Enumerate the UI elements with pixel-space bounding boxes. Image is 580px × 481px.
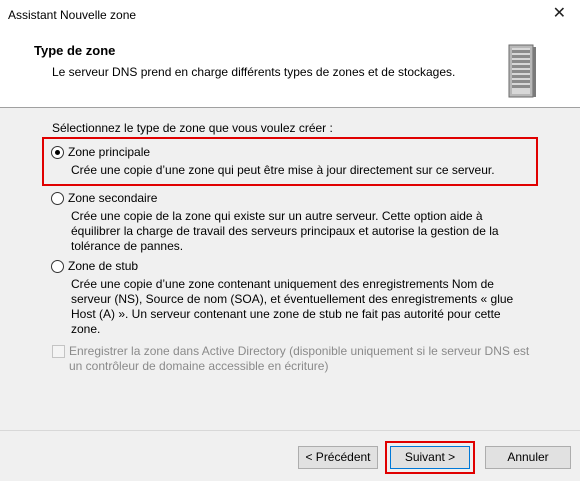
ad-storage-label: Enregistrer la zone dans Active Director… xyxy=(69,344,530,373)
wizard-header: Type de zone Le serveur DNS prend en cha… xyxy=(0,31,580,108)
ad-storage-checkbox xyxy=(52,345,65,358)
cancel-button[interactable]: Annuler xyxy=(485,446,571,469)
previous-button[interactable]: < Précédent xyxy=(298,446,378,469)
radio-stub-zone[interactable] xyxy=(51,260,64,273)
server-icon xyxy=(508,44,536,98)
option-description: Crée une copie d’une zone contenant uniq… xyxy=(71,277,514,336)
radio-secondary-zone[interactable] xyxy=(51,192,64,205)
title-bar: Assistant Nouvelle zone ✕ xyxy=(0,0,580,31)
option-label[interactable]: Zone secondaire xyxy=(68,191,157,205)
primary-zone-highlight xyxy=(42,137,538,186)
close-icon[interactable]: ✕ xyxy=(553,5,566,23)
window-title: Assistant Nouvelle zone xyxy=(8,8,137,22)
zone-type-prompt: Sélectionnez le type de zone que vous vo… xyxy=(52,121,333,135)
page-description: Le serveur DNS prend en charge différent… xyxy=(52,65,456,79)
next-button[interactable]: Suivant > xyxy=(390,446,470,469)
page-title: Type de zone xyxy=(34,43,116,58)
new-zone-wizard-window: Assistant Nouvelle zone ✕ Type de zone L… xyxy=(0,0,580,481)
footer-divider xyxy=(0,430,580,431)
option-label[interactable]: Zone de stub xyxy=(68,259,138,273)
option-description: Crée une copie de la zone qui existe sur… xyxy=(71,209,499,253)
